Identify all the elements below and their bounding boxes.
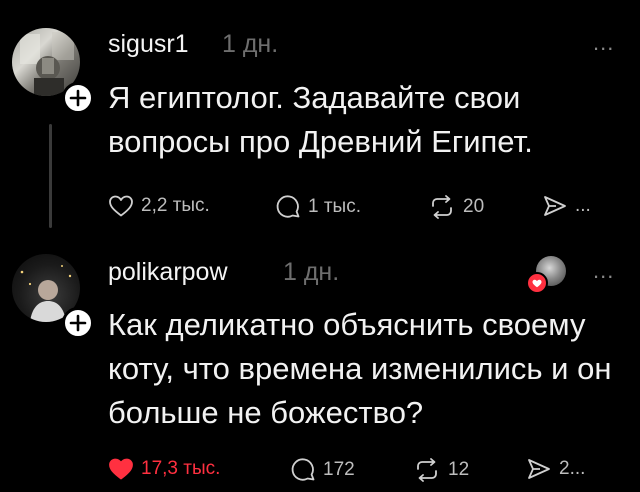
plus-icon	[69, 314, 87, 332]
like-count: 17,3 тыс.	[141, 458, 221, 479]
username[interactable]: polikarpow	[108, 258, 228, 287]
heart-badge-icon	[526, 272, 548, 294]
post-text: Как деликатно объяснить своему коту, что…	[108, 303, 611, 435]
timestamp: 1 дн.	[283, 258, 340, 286]
post-2: polikarpow 1 дн. ... Как деликатно объяс…	[0, 0, 640, 492]
share-button[interactable]: 2...	[526, 457, 585, 481]
follow-button[interactable]	[62, 307, 94, 339]
repost-count: 12	[448, 459, 470, 480]
liked-by-author-avatar	[526, 256, 566, 294]
reply-count: 172	[323, 459, 355, 480]
repost-button[interactable]: 12	[413, 457, 469, 483]
share-count: 2...	[559, 458, 586, 479]
post-text-line: Как деликатно объяснить своему	[108, 307, 586, 342]
heart-filled-icon	[109, 458, 133, 480]
post-text-line: коту, что времена изменились и он	[108, 351, 612, 386]
repost-icon	[417, 458, 437, 482]
like-button[interactable]: 17,3 тыс.	[108, 457, 220, 481]
send-icon	[528, 459, 550, 479]
reply-button[interactable]: 172	[290, 457, 355, 483]
post-text-line: больше не божество?	[108, 395, 424, 430]
comment-icon	[291, 458, 315, 481]
more-options-button[interactable]: ...	[593, 258, 614, 284]
